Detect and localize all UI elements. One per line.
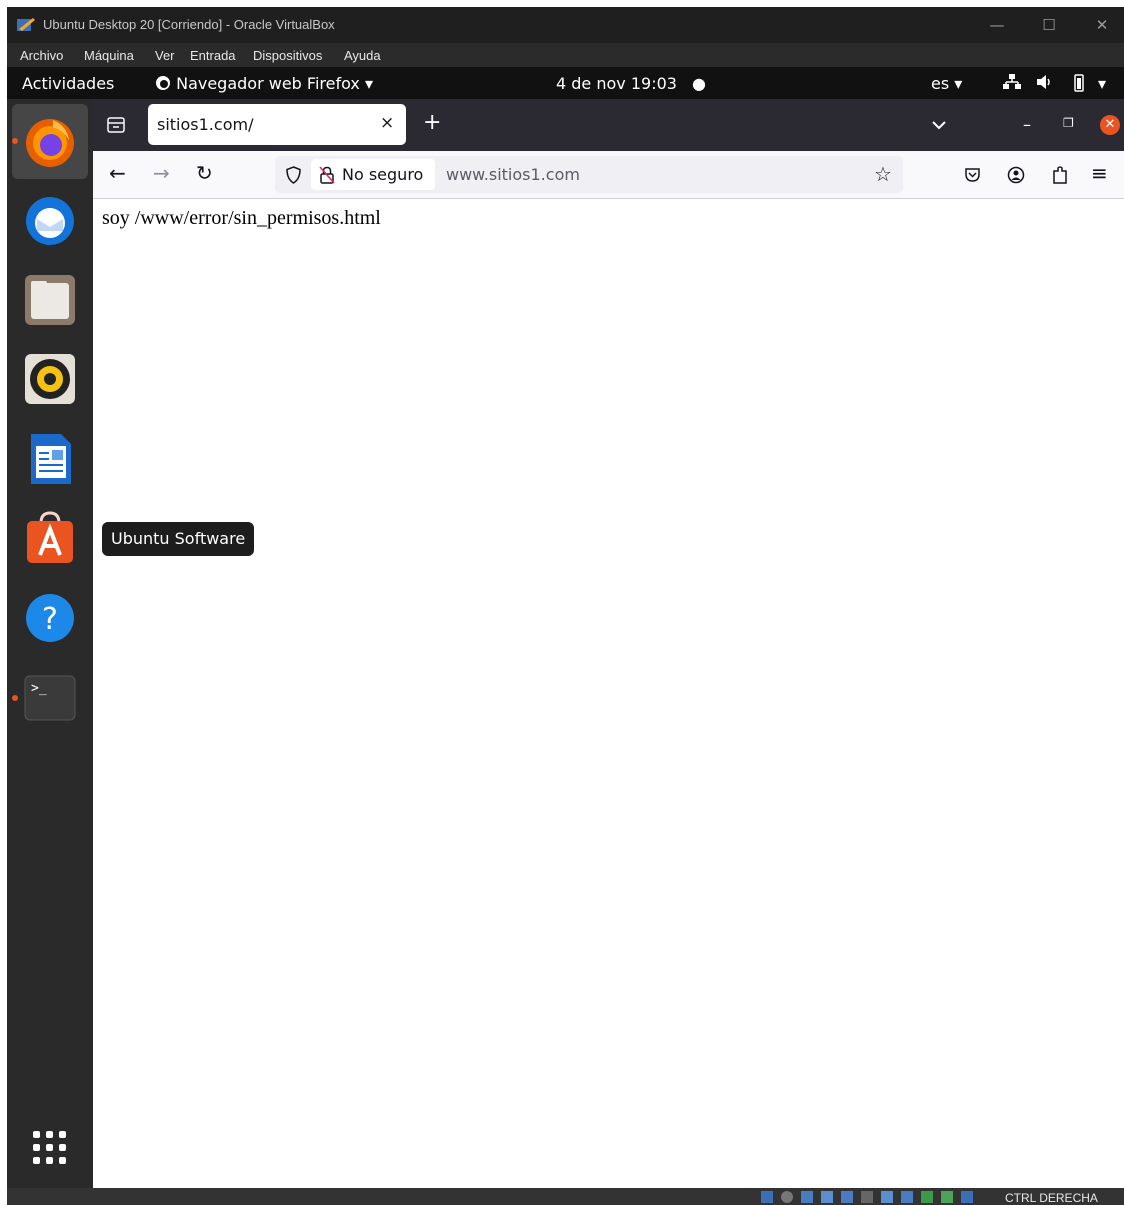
keyboard-capture-icon[interactable] (961, 1191, 973, 1203)
reload-icon[interactable]: ↻ (196, 161, 213, 185)
url-bar[interactable]: No seguro www.sitios1.com ☆ (275, 156, 903, 193)
status-icons (761, 1191, 1001, 1205)
pocket-icon[interactable] (964, 167, 981, 183)
virtualbox-status-bar: CTRL DERECHA (7, 1188, 1124, 1205)
window-title: Ubuntu Desktop 20 [Corriendo] - Oracle V… (43, 17, 335, 32)
firefox-icon[interactable] (23, 114, 77, 168)
url-text[interactable]: www.sitios1.com (446, 165, 580, 184)
close-window-button[interactable]: ✕ (1087, 15, 1117, 35)
notification-dot-icon: ● (692, 74, 707, 93)
gnome-top-bar: Actividades Navegador web Firefox ▾ 4 de… (7, 67, 1124, 99)
extensions-puzzle-icon[interactable] (1051, 165, 1069, 185)
restore-firefox-button[interactable]: ❐ (1063, 116, 1074, 130)
ubuntu-dock: ? >_ (7, 99, 93, 1188)
shared-folders-icon[interactable] (861, 1191, 873, 1203)
virtualbox-logo-icon (17, 18, 35, 31)
optical-drive-icon[interactable] (781, 1191, 793, 1203)
firefox-tab-bar: sitios1.com/ × + – ❐ ✕ (93, 99, 1124, 151)
ubuntu-software-icon[interactable] (23, 511, 77, 565)
hard-disk-icon[interactable] (761, 1191, 773, 1203)
tab-title: sitios1.com/ (157, 115, 254, 134)
firefox-small-icon (156, 76, 170, 90)
menu-ayuda[interactable]: Ayuda (344, 48, 381, 63)
rhythmbox-icon[interactable] (23, 352, 77, 406)
maximize-window-button[interactable]: ☐ (1034, 15, 1064, 35)
tab-sitios1[interactable]: sitios1.com/ × (148, 104, 406, 145)
account-icon[interactable] (1007, 166, 1025, 184)
menu-dispositivos[interactable]: Dispositivos (253, 48, 322, 63)
cpu-icon[interactable] (921, 1191, 933, 1203)
back-arrow-icon[interactable]: ← (109, 161, 126, 185)
tracking-protection-shield-icon[interactable] (285, 166, 302, 184)
close-tab-icon[interactable]: × (380, 113, 394, 133)
virtualbox-title-bar: Ubuntu Desktop 20 [Corriendo] - Oracle V… (7, 7, 1124, 43)
dock-tooltip: Ubuntu Software (102, 522, 254, 556)
recording-icon[interactable] (901, 1191, 913, 1203)
language-label: es (931, 74, 950, 93)
svg-text:>_: >_ (31, 681, 47, 696)
files-icon[interactable] (23, 273, 77, 327)
help-icon[interactable]: ? (23, 591, 77, 645)
insecure-lock-icon (319, 166, 335, 184)
audio-icon[interactable] (801, 1191, 813, 1203)
thunderbird-icon[interactable] (23, 193, 77, 247)
running-indicator-icon (12, 138, 18, 144)
running-indicator-icon (12, 695, 18, 701)
firefox-navigation-bar: ← → ↻ No seguro www.sitios1.com ☆ ≡ (93, 151, 1124, 199)
volume-icon[interactable] (1036, 74, 1054, 94)
virtualbox-menu-bar: Archivo Máquina Ver Entrada Dispositivos… (7, 43, 1124, 67)
security-indicator[interactable]: No seguro (311, 159, 435, 190)
hamburger-menu-icon[interactable]: ≡ (1091, 161, 1108, 185)
page-content: soy /www/error/sin_permisos.html (93, 199, 1124, 1188)
activities-button[interactable]: Actividades (22, 74, 114, 93)
clock[interactable]: 4 de nov 19:03 ● (556, 74, 706, 93)
list-all-tabs-chevron-icon[interactable] (931, 118, 947, 132)
show-applications-icon[interactable] (31, 1129, 69, 1167)
system-menu-caret-icon[interactable]: ▾ (1098, 74, 1106, 93)
display-icon[interactable] (881, 1191, 893, 1203)
app-menu-label: Navegador web Firefox (176, 74, 360, 93)
page-body-text: soy /www/error/sin_permisos.html (102, 207, 381, 229)
close-firefox-button[interactable]: ✕ (1100, 115, 1120, 135)
minimize-firefox-button[interactable]: – (1023, 115, 1031, 134)
usb-icon[interactable] (841, 1191, 853, 1203)
app-menu[interactable]: Navegador web Firefox ▾ (155, 74, 373, 93)
mouse-integration-icon[interactable] (941, 1191, 953, 1203)
host-key-label: CTRL DERECHA (1005, 1191, 1098, 1205)
menu-maquina[interactable]: Máquina (84, 48, 134, 63)
minimize-window-button[interactable]: — (982, 15, 1012, 35)
svg-text:?: ? (42, 602, 58, 637)
security-label: No seguro (342, 165, 424, 184)
language-selector[interactable]: es ▾ (931, 74, 962, 93)
libreoffice-writer-icon[interactable] (23, 432, 77, 486)
forward-arrow-icon[interactable]: → (153, 161, 170, 185)
clock-label: 4 de nov 19:03 (556, 74, 677, 93)
terminal-icon[interactable]: >_ (23, 671, 77, 725)
battery-icon[interactable] (1068, 74, 1090, 96)
bookmark-star-icon[interactable]: ☆ (874, 162, 892, 186)
menu-archivo[interactable]: Archivo (20, 48, 63, 63)
caret-down-icon: ▾ (364, 74, 373, 93)
tooltip-label: Ubuntu Software (111, 529, 246, 548)
new-tab-plus-icon[interactable]: + (423, 110, 441, 135)
network-icon[interactable] (1003, 74, 1021, 94)
menu-ver[interactable]: Ver (155, 48, 175, 63)
network-adapter-icon[interactable] (821, 1191, 833, 1203)
menu-entrada[interactable]: Entrada (190, 48, 236, 63)
firefox-view-icon[interactable] (107, 116, 125, 134)
